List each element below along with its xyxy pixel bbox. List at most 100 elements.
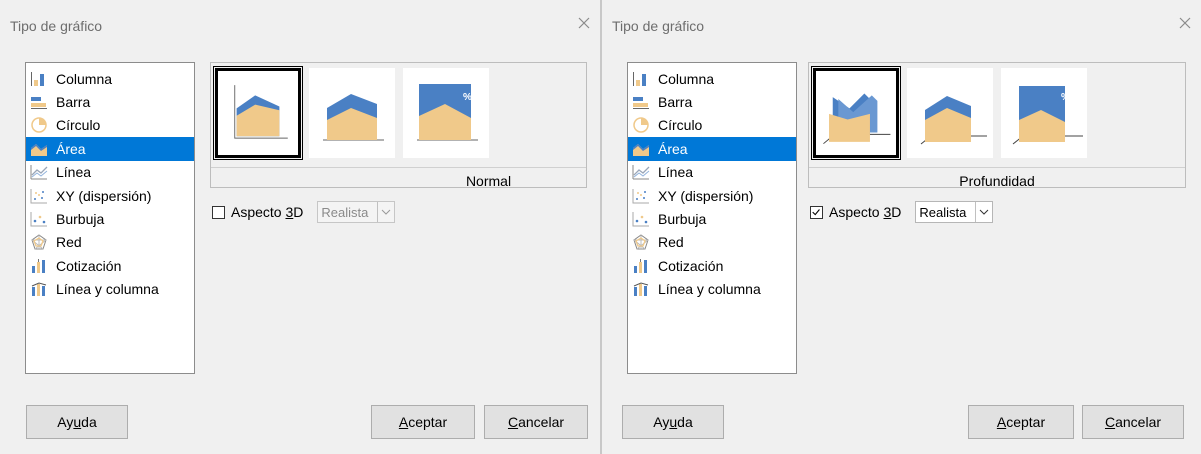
variant-caption: Normal bbox=[211, 167, 586, 189]
bar-chart-icon bbox=[632, 94, 650, 110]
variant-caption: Profundidad bbox=[809, 167, 1185, 189]
line-column-chart-icon bbox=[30, 281, 48, 297]
chart-type-label: Línea bbox=[658, 164, 694, 181]
chart-variant-panel: % Normal bbox=[210, 62, 587, 189]
chart-type-item[interactable]: Línea y columna bbox=[26, 278, 194, 301]
chart-type-item[interactable]: Red bbox=[26, 231, 194, 254]
variant-normal[interactable] bbox=[213, 66, 303, 160]
ok-button[interactable]: Aceptar bbox=[968, 405, 1074, 439]
pie-chart-icon bbox=[30, 117, 48, 134]
chart-type-item[interactable]: Línea bbox=[26, 161, 194, 184]
cancel-button[interactable]: Cancelar bbox=[1082, 405, 1184, 439]
dialog-title: Tipo de gráfico bbox=[10, 18, 103, 34]
chart-type-list[interactable]: Columna Barra Círculo Área Línea XY (dis… bbox=[627, 62, 797, 374]
net-chart-icon bbox=[632, 234, 650, 250]
chart-type-label: Columna bbox=[56, 70, 113, 87]
net-chart-icon bbox=[30, 234, 48, 250]
scatter-chart-icon bbox=[632, 188, 650, 204]
chart-type-label: Burbuja bbox=[658, 211, 707, 228]
variant-stacked[interactable] bbox=[309, 68, 395, 158]
aspect-3d-label[interactable]: Aspecto 3D bbox=[829, 204, 901, 220]
chart-type-list[interactable]: Columna Barra Círculo Área Línea XY (dis… bbox=[25, 62, 195, 374]
aspect-3d-row: Aspecto 3D Realista bbox=[810, 201, 994, 223]
svg-text:%: % bbox=[463, 92, 472, 103]
chart-type-item[interactable]: Línea bbox=[628, 161, 796, 184]
variant-percent[interactable]: % bbox=[403, 68, 489, 158]
line-column-chart-icon bbox=[632, 281, 650, 297]
chart-type-item[interactable]: Línea y columna bbox=[628, 278, 796, 301]
chart-type-label: Línea bbox=[56, 164, 92, 181]
variant-depth[interactable] bbox=[811, 66, 901, 160]
close-icon[interactable] bbox=[1175, 13, 1195, 33]
close-icon[interactable] bbox=[574, 13, 594, 33]
chart-type-item[interactable]: Círculo bbox=[26, 114, 194, 137]
stock-chart-icon bbox=[632, 258, 650, 274]
area-chart-icon bbox=[632, 141, 650, 157]
scatter-chart-icon bbox=[30, 188, 48, 204]
variant-stacked3d[interactable] bbox=[907, 68, 993, 158]
aspect-3d-checkbox[interactable] bbox=[810, 205, 823, 219]
shading-value: Realista bbox=[919, 204, 967, 220]
help-button[interactable]: Ay u da bbox=[622, 405, 724, 439]
chart-type-label: Cotización bbox=[56, 257, 122, 274]
chart-type-label: Línea y columna bbox=[56, 281, 159, 298]
chart-type-item[interactable]: Red bbox=[628, 231, 796, 254]
shading-select[interactable]: Realista bbox=[317, 201, 396, 223]
chart-type-label: Círculo bbox=[56, 117, 101, 134]
chart-type-item[interactable]: Área bbox=[628, 137, 796, 161]
line-chart-icon bbox=[632, 164, 650, 180]
chart-type-label: Burbuja bbox=[56, 211, 105, 228]
aspect-3d-label[interactable]: Aspecto 3D bbox=[231, 204, 303, 220]
chart-type-item[interactable]: Círculo bbox=[628, 114, 796, 137]
chart-type-label: XY (dispersión) bbox=[56, 187, 152, 204]
chart-type-item[interactable]: Columna bbox=[26, 67, 194, 90]
aspect-3d-checkbox[interactable] bbox=[212, 205, 225, 219]
chart-type-label: Círculo bbox=[658, 117, 703, 134]
chart-type-label: Columna bbox=[658, 70, 715, 87]
bubble-chart-icon bbox=[30, 211, 48, 227]
title-bar: Tipo de gráfico bbox=[0, 0, 600, 52]
chart-type-item[interactable]: XY (dispersión) bbox=[628, 184, 796, 207]
chevron-down-icon[interactable] bbox=[975, 202, 992, 222]
pie-chart-icon bbox=[632, 117, 650, 134]
column-chart-icon bbox=[632, 71, 650, 87]
chart-type-item[interactable]: Área bbox=[26, 137, 194, 161]
chart-type-item[interactable]: Barra bbox=[26, 90, 194, 113]
help-button[interactable]: Ay u da bbox=[26, 405, 128, 439]
chart-type-label: Red bbox=[56, 234, 82, 251]
chart-type-label: Barra bbox=[56, 94, 91, 111]
title-bar: Tipo de gráfico bbox=[602, 0, 1201, 52]
chart-type-dialog-right: Tipo de gráfico Columna Barra Círculo Ár… bbox=[602, 0, 1201, 454]
area-chart-icon bbox=[30, 141, 48, 157]
shading-value: Realista bbox=[321, 204, 369, 220]
chart-type-label: Área bbox=[56, 140, 86, 157]
chart-type-item[interactable]: Cotización bbox=[628, 254, 796, 277]
chart-type-item[interactable]: Columna bbox=[628, 67, 796, 90]
chart-type-label: Área bbox=[658, 140, 688, 157]
chart-type-item[interactable]: Burbuja bbox=[628, 207, 796, 230]
line-chart-icon bbox=[30, 164, 48, 180]
chart-type-dialog-left: Tipo de gráfico Columna Barra Círculo Ár… bbox=[0, 0, 600, 454]
aspect-3d-row: Aspecto 3D Realista bbox=[212, 201, 396, 223]
chart-type-label: Barra bbox=[658, 94, 693, 111]
chart-type-item[interactable]: Barra bbox=[628, 90, 796, 113]
chart-type-label: Red bbox=[658, 234, 684, 251]
chevron-down-icon[interactable] bbox=[377, 202, 394, 222]
shading-select[interactable]: Realista bbox=[915, 201, 994, 223]
chart-type-label: Cotización bbox=[658, 257, 724, 274]
chart-type-item[interactable]: Burbuja bbox=[26, 207, 194, 230]
ok-button[interactable]: Aceptar bbox=[371, 405, 475, 439]
stock-chart-icon bbox=[30, 258, 48, 274]
chart-type-item[interactable]: Cotización bbox=[26, 254, 194, 277]
variant-percent3d[interactable]: % bbox=[1001, 68, 1087, 158]
dialog-title: Tipo de gráfico bbox=[612, 18, 705, 34]
bar-chart-icon bbox=[30, 94, 48, 110]
bubble-chart-icon bbox=[632, 211, 650, 227]
chart-variant-panel: % Profundidad bbox=[808, 62, 1186, 189]
chart-type-label: XY (dispersión) bbox=[658, 187, 754, 204]
chart-type-label: Línea y columna bbox=[658, 281, 761, 298]
chart-type-item[interactable]: XY (dispersión) bbox=[26, 184, 194, 207]
cancel-button[interactable]: Cancelar bbox=[484, 405, 588, 439]
svg-text:%: % bbox=[1061, 92, 1070, 103]
column-chart-icon bbox=[30, 71, 48, 87]
